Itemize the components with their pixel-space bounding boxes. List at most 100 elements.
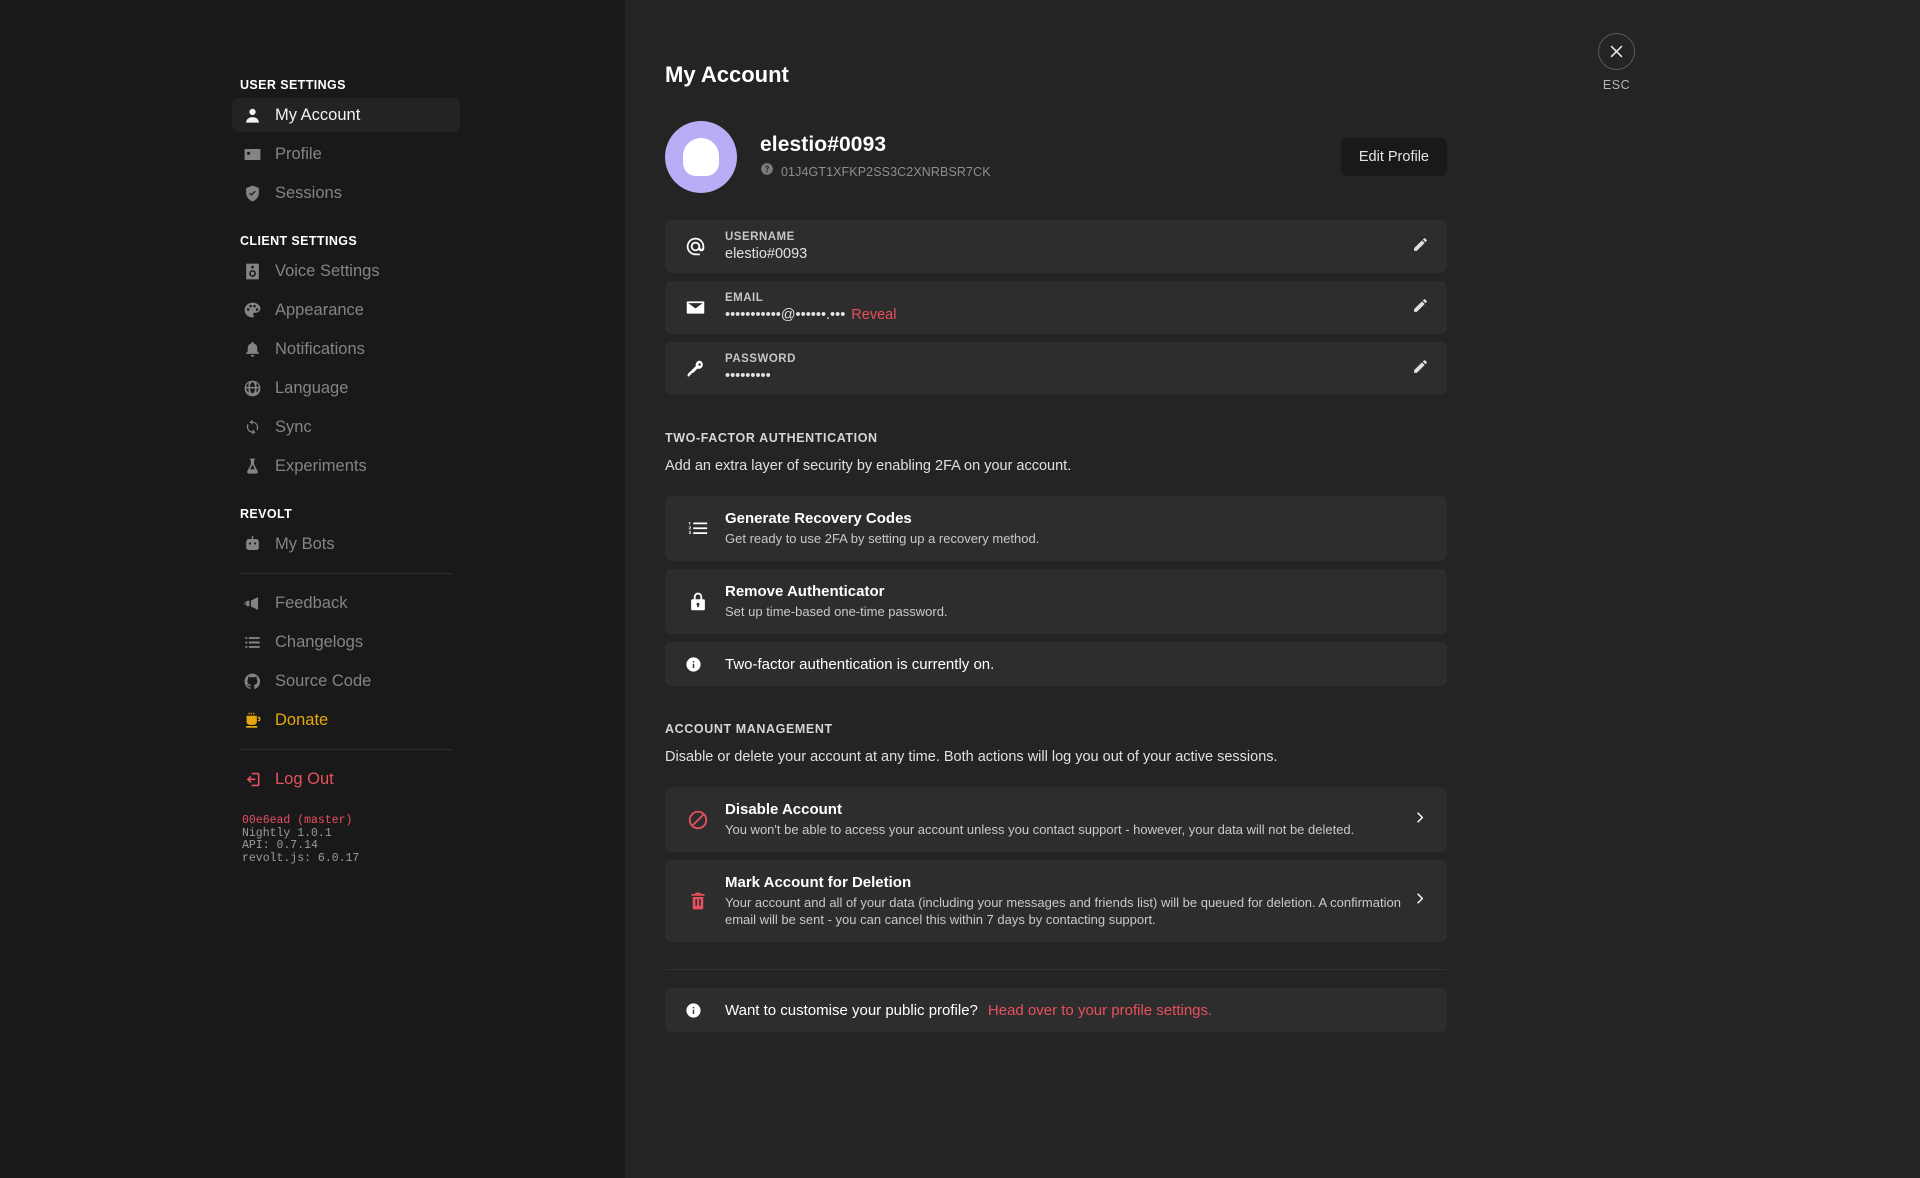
sidebar-divider-top (240, 573, 452, 574)
sidebar-item-changelogs[interactable]: Changelogs (232, 625, 460, 659)
sidebar-item-label: Language (275, 378, 349, 397)
version-library: revolt.js: 6.0.17 (242, 851, 360, 865)
pencil-icon[interactable] (1412, 236, 1429, 258)
sidebar-category-client-settings: CLIENT SETTINGS (240, 234, 358, 248)
version-info: 00e6ead (master) Nightly 1.0.1 API: 0.7.… (232, 801, 460, 865)
pencil-icon[interactable] (1412, 297, 1429, 319)
mark-account-for-deletion-row[interactable]: Mark Account for Deletion Your account a… (665, 860, 1447, 942)
sidebar-item-profile[interactable]: Profile (232, 137, 460, 171)
page-title: My Account (665, 62, 789, 87)
field-value: •••••••••••@••••••.••• (725, 307, 846, 323)
sidebar-item-label: Changelogs (275, 632, 364, 651)
sidebar-item-experiments[interactable]: Experiments (232, 449, 460, 483)
account-management-heading: ACCOUNT MANAGEMENT (665, 722, 833, 736)
two-factor-rows: Generate Recovery Codes Get ready to use… (665, 496, 1447, 686)
row-description: Your account and all of your data (inclu… (725, 895, 1401, 927)
globe-icon (242, 378, 262, 398)
info-icon (685, 656, 707, 673)
sidebar-item-sessions[interactable]: Sessions (232, 176, 460, 210)
ban-icon (685, 809, 711, 831)
password-field-row: PASSWORD ••••••••• (665, 342, 1447, 395)
info-icon (685, 1002, 707, 1019)
sidebar-item-label: My Account (275, 105, 361, 124)
content-divider (665, 969, 1447, 970)
sidebar-item-label: My Bots (275, 534, 335, 553)
sidebar-item-label: Experiments (275, 456, 367, 475)
list-icon (242, 632, 262, 652)
account-meta: elestio#0093 01J4GT1XFKP2SS3C2XNRBSR7CK (760, 133, 1341, 181)
lock-icon (685, 591, 711, 613)
sidebar-item-label: Notifications (275, 339, 365, 358)
two-factor-status-text: Two-factor authentication is currently o… (725, 655, 995, 673)
sidebar-item-log-out[interactable]: Log Out (232, 762, 460, 796)
pencil-icon[interactable] (1412, 358, 1429, 380)
close-settings-button[interactable]: ESC (1598, 33, 1635, 92)
sidebar-item-my-bots[interactable]: My Bots (232, 527, 460, 561)
sidebar-item-label: Source Code (275, 671, 372, 690)
avatar[interactable] (665, 121, 737, 193)
account-header: elestio#0093 01J4GT1XFKP2SS3C2XNRBSR7CK … (665, 121, 1447, 193)
id-card-icon (242, 144, 262, 164)
field-value: ••••••••• (725, 368, 771, 384)
account-id-row[interactable]: 01J4GT1XFKP2SS3C2XNRBSR7CK (760, 162, 1341, 181)
reveal-email-link[interactable]: Reveal (851, 307, 896, 323)
field-label: EMAIL (725, 292, 764, 304)
sidebar-item-voice-settings[interactable]: Voice Settings (232, 254, 460, 288)
user-icon (242, 105, 262, 125)
sidebar-item-label: Feedback (275, 593, 348, 612)
palette-icon (242, 300, 262, 320)
account-username: elestio#0093 (760, 133, 887, 156)
field-value-wrap: •••••••••••@••••••.••• Reveal (725, 307, 1412, 323)
username-field-row: USERNAME elestio#0093 (665, 220, 1447, 273)
sidebar-item-label: Profile (275, 144, 322, 163)
settings-window: USER SETTINGS My Account Profile Session… (0, 0, 1920, 1178)
row-description: You won't be able to access your account… (725, 822, 1355, 837)
sidebar-item-label: Sessions (275, 183, 342, 202)
sidebar-item-feedback[interactable]: Feedback (232, 586, 460, 620)
row-title: Mark Account for Deletion (725, 874, 912, 891)
sidebar-item-source-code[interactable]: Source Code (232, 664, 460, 698)
disable-account-row[interactable]: Disable Account You won't be able to acc… (665, 787, 1447, 852)
robot-icon (242, 534, 262, 554)
two-factor-description: Add an extra layer of security by enabli… (665, 458, 1072, 474)
profile-settings-link[interactable]: Head over to your profile settings. (988, 1002, 1212, 1019)
remove-authenticator-row[interactable]: Remove Authenticator Set up time-based o… (665, 569, 1447, 634)
key-icon (685, 358, 711, 379)
sidebar-item-sync[interactable]: Sync (232, 410, 460, 444)
account-management-description: Disable or delete your account at any ti… (665, 749, 1278, 765)
two-factor-status-card: Two-factor authentication is currently o… (665, 642, 1447, 686)
esc-label: ESC (1602, 78, 1631, 92)
field-label: USERNAME (725, 231, 795, 243)
field-label: PASSWORD (725, 353, 796, 365)
mail-icon (685, 297, 711, 318)
sidebar-item-label: Appearance (275, 300, 364, 319)
account-management-rows: Disable Account You won't be able to acc… (665, 787, 1447, 942)
generate-recovery-codes-row[interactable]: Generate Recovery Codes Get ready to use… (665, 496, 1447, 561)
bell-icon (242, 339, 262, 359)
sidebar-item-appearance[interactable]: Appearance (232, 293, 460, 327)
coffee-icon (242, 710, 262, 730)
github-icon (242, 671, 262, 691)
sidebar-item-notifications[interactable]: Notifications (232, 332, 460, 366)
close-icon[interactable] (1598, 33, 1635, 70)
account-fields: USERNAME elestio#0093 EMAIL •••••••••••@… (665, 220, 1447, 395)
sidebar-nav: USER SETTINGS My Account Profile Session… (232, 78, 460, 1178)
sidebar-item-label: Voice Settings (275, 261, 380, 280)
sidebar-item-language[interactable]: Language (232, 371, 460, 405)
chevron-right-icon (1412, 809, 1429, 831)
sidebar-item-donate[interactable]: Donate (232, 703, 460, 737)
chevron-right-icon (1412, 890, 1429, 912)
flask-icon (242, 456, 262, 476)
sidebar-item-label: Log Out (275, 769, 334, 788)
speaker-icon (242, 261, 262, 281)
sidebar-category-user-settings: USER SETTINGS (240, 78, 346, 92)
row-title: Remove Authenticator (725, 583, 885, 600)
version-api: API: 0.7.14 (242, 839, 318, 853)
sidebar-item-my-account[interactable]: My Account (232, 98, 460, 132)
main-content: ESC My Account elestio#0093 01J4GT1XFKP2… (625, 0, 1920, 1178)
sidebar-item-label: Sync (275, 417, 312, 436)
help-icon (760, 162, 774, 181)
megaphone-icon (242, 593, 262, 613)
edit-profile-button[interactable]: Edit Profile (1340, 138, 1447, 176)
shield-check-icon (242, 183, 262, 203)
